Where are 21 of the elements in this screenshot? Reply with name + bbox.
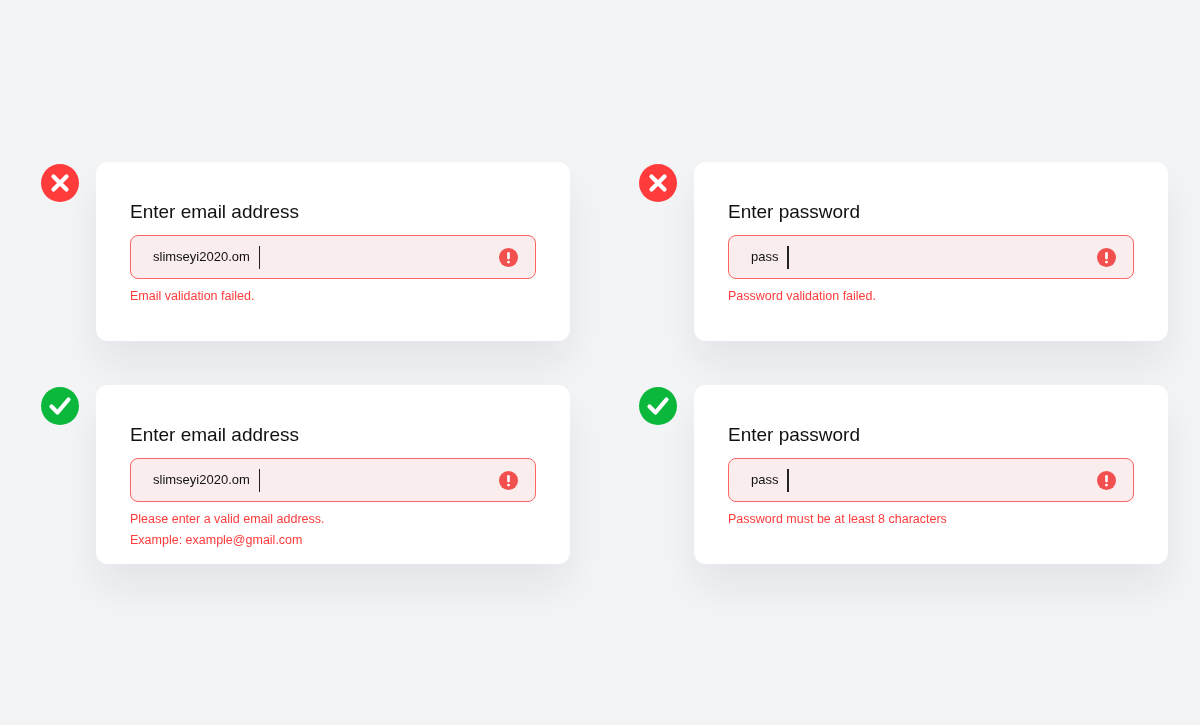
cross-circle-icon <box>41 164 79 202</box>
cross-circle-icon <box>639 164 677 202</box>
exclamation-circle-icon <box>499 247 518 267</box>
input-field[interactable]: pass <box>728 458 1134 502</box>
field-label: Enter email address <box>130 200 299 224</box>
check-circle-icon <box>639 387 677 425</box>
input-field[interactable]: pass <box>728 235 1134 279</box>
error-message: Password must be at least 8 characters <box>728 511 947 528</box>
input-field[interactable]: slimseyi2020.om <box>130 235 536 279</box>
error-message: Email validation failed. <box>130 288 255 305</box>
error-message: Please enter a valid email address. <box>130 511 325 528</box>
input-field[interactable]: slimseyi2020.om <box>130 458 536 502</box>
error-message: Password validation failed. <box>728 288 876 305</box>
check-circle-icon <box>41 387 79 425</box>
field-label: Enter password <box>728 200 860 224</box>
exclamation-circle-icon <box>1097 247 1116 267</box>
field-label: Enter email address <box>130 423 299 447</box>
exclamation-circle-icon <box>1097 470 1116 490</box>
exclamation-circle-icon <box>499 470 518 490</box>
field-label: Enter password <box>728 423 860 447</box>
error-message: Example: example@gmail.com <box>130 532 303 549</box>
